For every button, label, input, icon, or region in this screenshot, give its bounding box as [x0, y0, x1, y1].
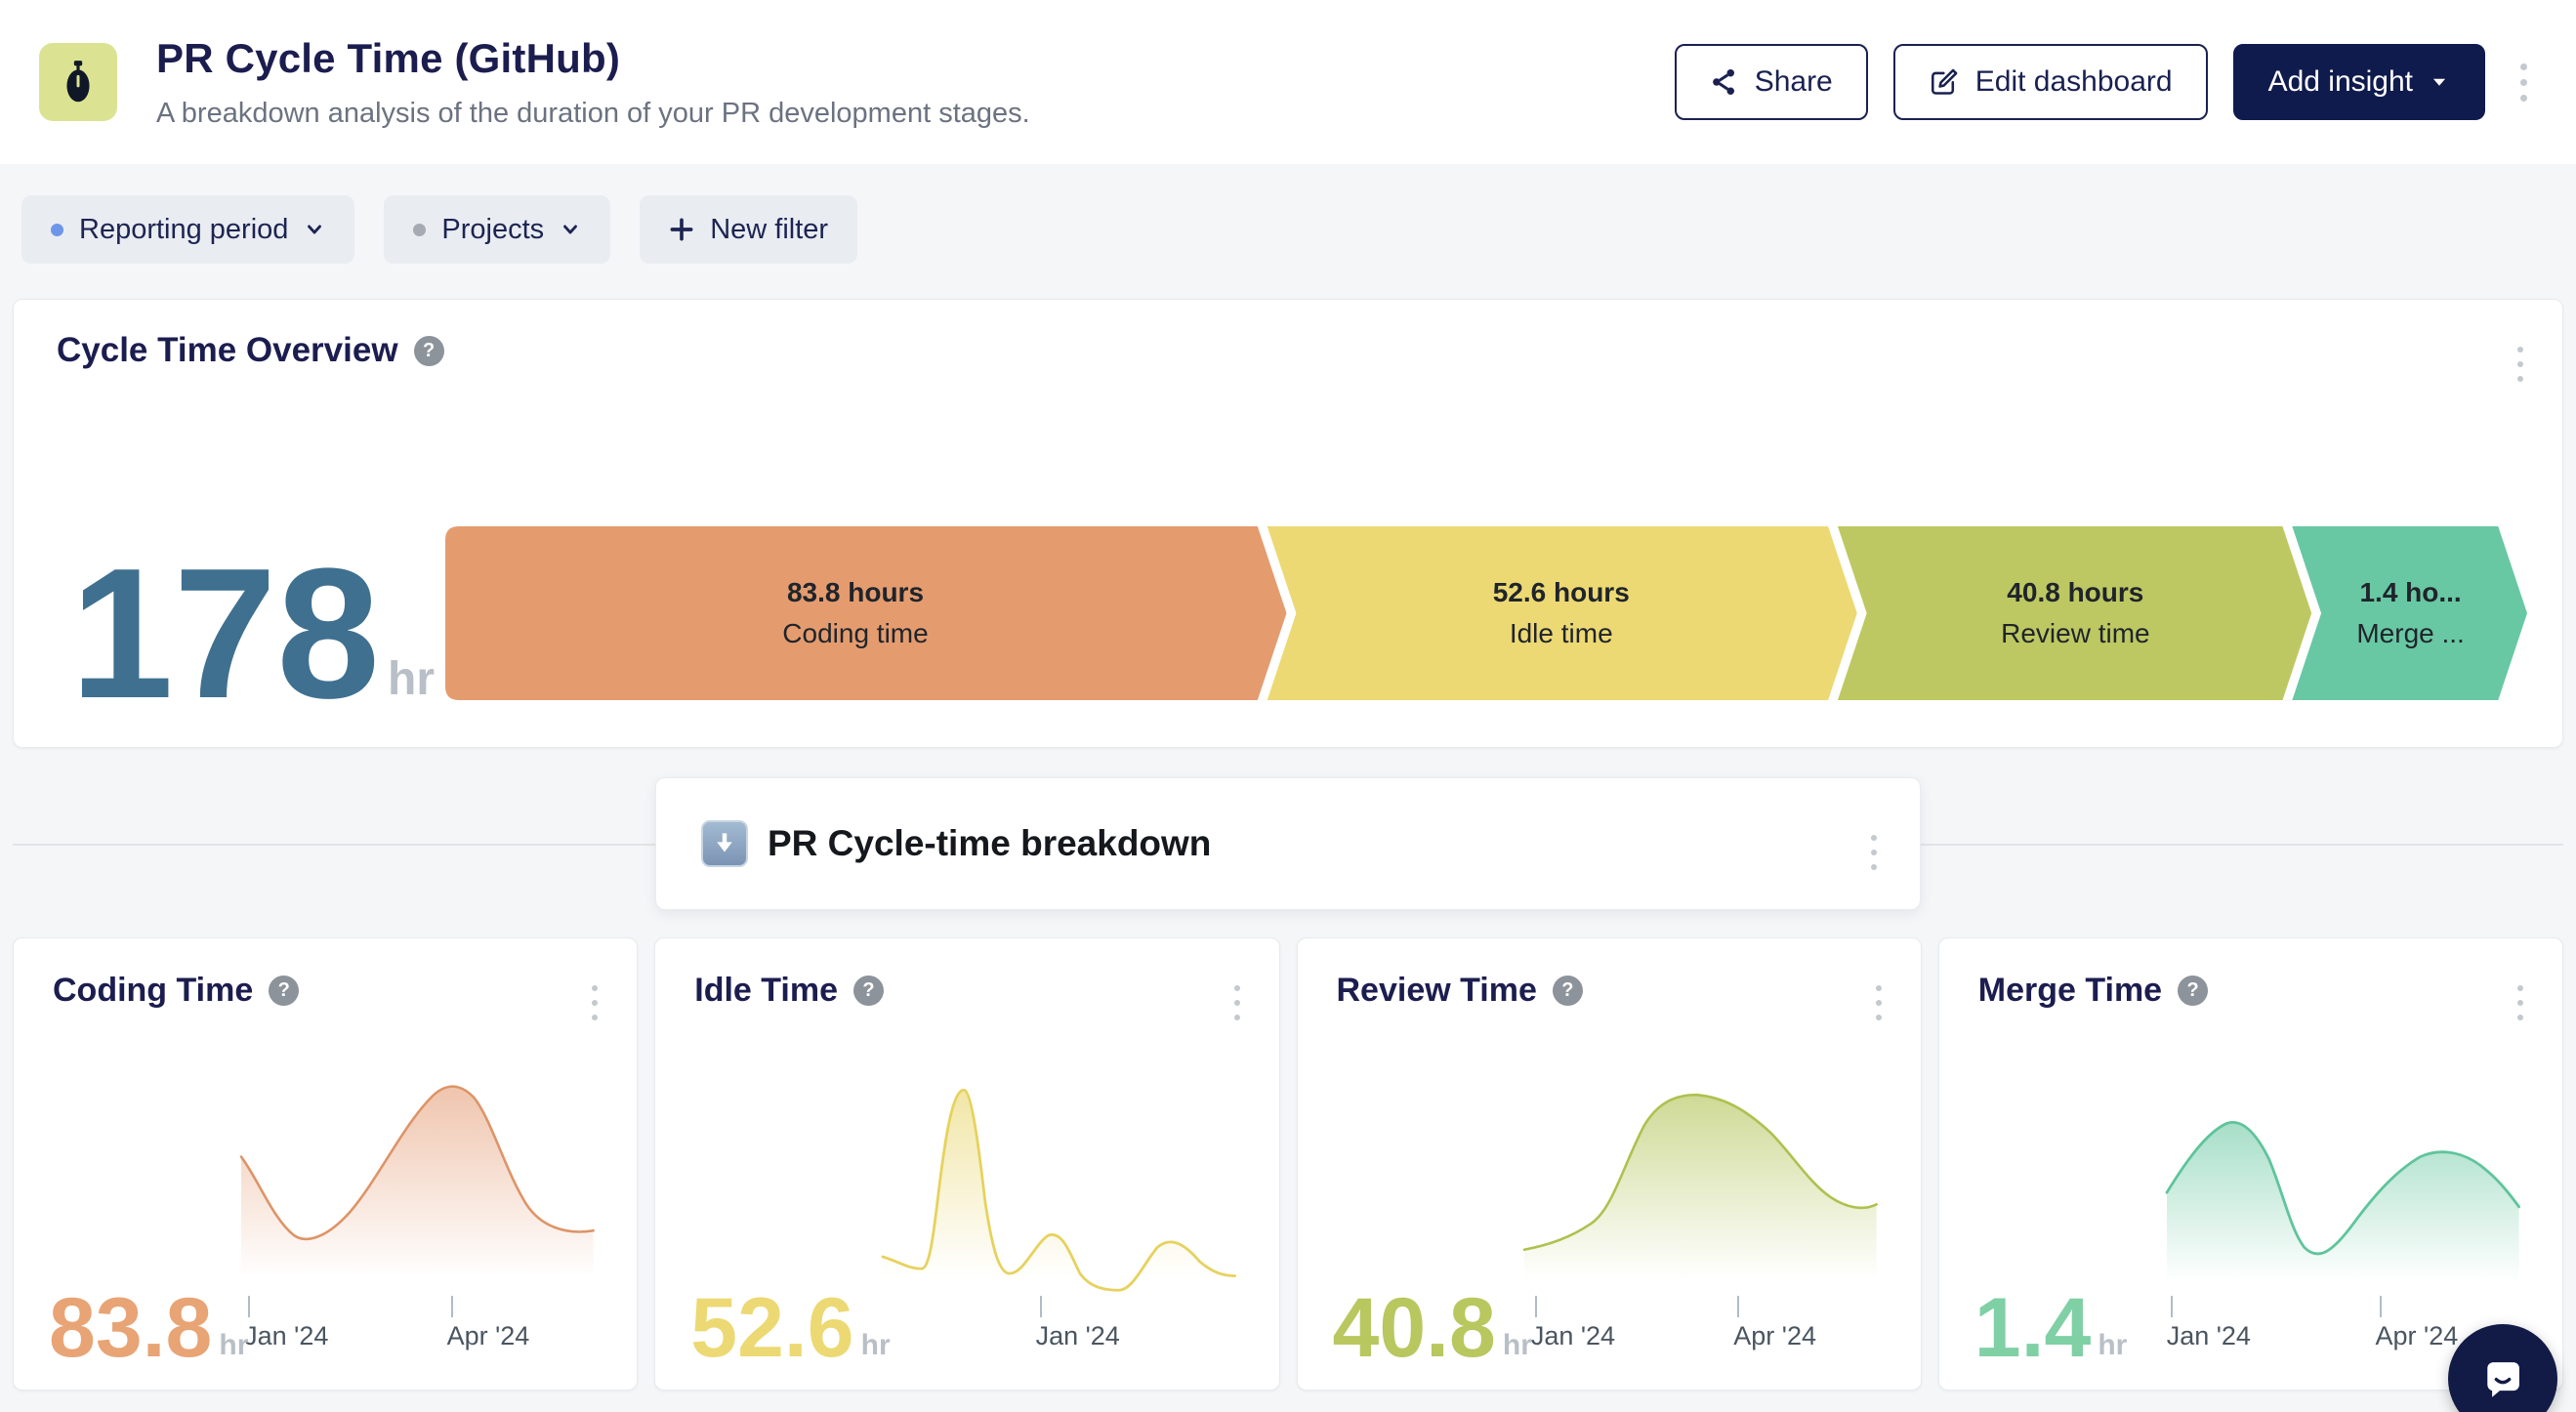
coding-time-value: 83.8 hr	[49, 1295, 248, 1362]
chevron-down-icon	[304, 219, 325, 240]
funnel-label-idle: 52.6 hours Idle time	[1493, 577, 1630, 649]
chat-bubble-icon	[2474, 1350, 2531, 1407]
funnel-label-coding: 83.8 hours Coding time	[782, 577, 928, 649]
breakdown-section: PR Cycle-time breakdown	[0, 777, 2576, 910]
funnel-label-review: 40.8 hours Review time	[2001, 577, 2149, 649]
dashboard-header: PR Cycle Time (GitHub) A breakdown analy…	[0, 0, 2576, 164]
coding-time-card: Coding Time ? Jan '24 Apr '24 83.8 hr	[13, 937, 638, 1391]
idle-time-chart[interactable]	[883, 1061, 1235, 1300]
help-icon[interactable]: ?	[414, 336, 444, 366]
page-title: PR Cycle Time (GitHub)	[156, 35, 1030, 82]
review-time-title: Review Time	[1337, 972, 1537, 1010]
breakdown-header-card: PR Cycle-time breakdown	[655, 777, 1921, 910]
pr-cycle-time-dashboard: { "header": { "icon": "stopwatch-emoji",…	[0, 0, 2576, 1412]
x-tick: Jan '24	[1531, 1296, 1615, 1351]
total-cycle-time-unit: hr	[388, 652, 435, 706]
header-overflow-menu[interactable]	[2511, 54, 2537, 111]
page-subtitle: A breakdown analysis of the duration of …	[156, 98, 1030, 130]
merge-time-title: Merge Time	[1978, 972, 2162, 1010]
idle-time-card: Idle Time ? Jan '24 52.6 hr	[654, 937, 1279, 1391]
x-tick: Apr '24	[2376, 1296, 2459, 1351]
help-icon[interactable]: ?	[269, 976, 299, 1006]
add-insight-label: Add insight	[2268, 65, 2413, 99]
total-cycle-time: 178 hr	[57, 561, 445, 706]
coding-time-chart[interactable]	[241, 1061, 594, 1300]
idle-time-value: 52.6 hr	[690, 1295, 890, 1362]
overview-card-menu[interactable]	[2508, 337, 2533, 392]
review-time-card-menu[interactable]	[1866, 976, 1891, 1030]
x-tick: Apr '24	[447, 1296, 530, 1351]
share-icon	[1710, 67, 1739, 97]
plus-icon	[669, 217, 694, 242]
new-filter-button[interactable]: New filter	[640, 195, 857, 264]
cycle-time-funnel: 83.8 hours Coding time 52.6 hours Idle t…	[445, 526, 2527, 700]
x-tick: Jan '24	[1036, 1296, 1120, 1351]
help-icon[interactable]: ?	[853, 976, 884, 1006]
edit-icon	[1929, 66, 1960, 98]
idle-time-title: Idle Time	[694, 972, 838, 1010]
metric-cards-row: Coding Time ? Jan '24 Apr '24 83.8 hr	[13, 937, 2563, 1391]
projects-filter[interactable]: Projects	[384, 195, 610, 264]
merge-time-value: 1.4 hr	[1974, 1295, 2128, 1362]
down-arrow-emoji	[701, 820, 748, 867]
dashboard-icon-tile	[39, 43, 117, 121]
share-button[interactable]: Share	[1675, 44, 1868, 120]
reporting-period-dot	[51, 224, 63, 236]
share-label: Share	[1755, 65, 1833, 99]
coding-time-title: Coding Time	[53, 972, 253, 1010]
breakdown-card-menu[interactable]	[1861, 825, 1887, 880]
add-insight-button[interactable]: Add insight	[2233, 44, 2485, 120]
review-time-value: 40.8 hr	[1333, 1295, 1532, 1362]
reporting-period-filter[interactable]: Reporting period	[21, 195, 354, 264]
help-icon[interactable]: ?	[1553, 976, 1583, 1006]
projects-label: Projects	[441, 214, 544, 246]
funnel-label-merge: 1.4 ho... Merge ...	[2356, 577, 2464, 649]
merge-time-card-menu[interactable]	[2508, 976, 2533, 1030]
edit-dashboard-button[interactable]: Edit dashboard	[1893, 44, 2208, 120]
merge-time-chart[interactable]	[2167, 1061, 2519, 1300]
chevron-down-icon	[2429, 71, 2450, 93]
stopwatch-icon	[58, 60, 99, 104]
review-time-card: Review Time ? Jan '24 Apr '24 40.8 hr	[1297, 937, 1922, 1391]
total-cycle-time-value: 178	[70, 561, 380, 706]
x-tick: Jan '24	[2167, 1296, 2251, 1351]
x-tick: Apr '24	[1733, 1296, 1816, 1351]
overview-title: Cycle Time Overview	[57, 331, 398, 370]
idle-time-card-menu[interactable]	[1225, 976, 1250, 1030]
breakdown-title: PR Cycle-time breakdown	[768, 823, 1211, 864]
chevron-down-icon	[560, 219, 581, 240]
new-filter-label: New filter	[710, 214, 828, 246]
review-time-chart[interactable]	[1524, 1061, 1877, 1300]
coding-time-card-menu[interactable]	[582, 976, 607, 1030]
edit-dashboard-label: Edit dashboard	[1975, 65, 2173, 99]
x-tick: Jan '24	[244, 1296, 328, 1351]
merge-time-card: Merge Time ? Jan '24 Apr '24 1.4 hr	[1938, 937, 2563, 1391]
cycle-time-overview-card: Cycle Time Overview ? 178 hr 83.8 hours …	[13, 299, 2563, 748]
reporting-period-label: Reporting period	[79, 214, 288, 246]
help-icon[interactable]: ?	[2178, 976, 2208, 1006]
filter-bar: Reporting period Projects New filter	[21, 195, 2576, 264]
projects-dot	[413, 224, 426, 236]
